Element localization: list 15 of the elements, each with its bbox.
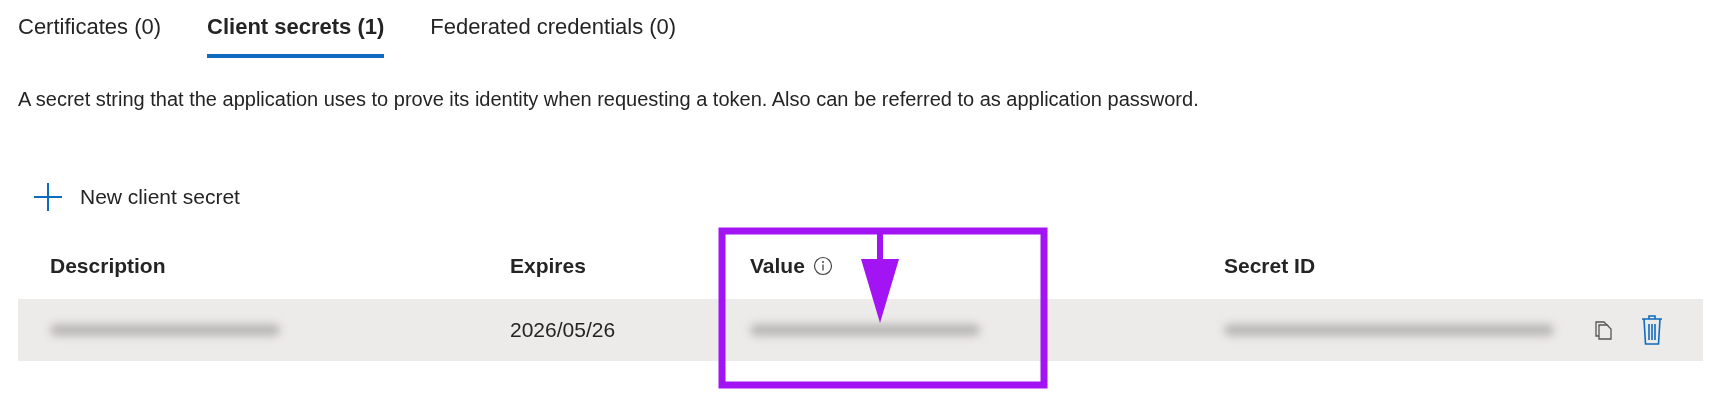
tab[interactable]: Certificates (0)	[18, 14, 162, 58]
table-cell: 2026/05/26	[510, 318, 616, 341]
table-row[interactable]: 2026/05/26	[18, 299, 1703, 361]
copy-icon[interactable]	[1593, 319, 1613, 341]
column-header: Value	[750, 254, 805, 278]
description-text: A secret string that the application uses to prove its identity when requesting a token. Also can be referred to as application password.	[18, 88, 1200, 111]
column-header: Expires	[510, 254, 586, 278]
tab[interactable]: Client secrets (1)	[207, 14, 385, 58]
plus-icon	[34, 183, 62, 211]
info-icon[interactable]	[812, 256, 833, 276]
tab[interactable]: Federated credentials (0)	[430, 14, 677, 58]
column-header: Description	[50, 254, 166, 278]
new-client-secret-button[interactable]: New client secret	[34, 179, 240, 215]
trash-icon[interactable]	[1641, 315, 1663, 345]
column-header: Secret ID	[1224, 254, 1316, 278]
